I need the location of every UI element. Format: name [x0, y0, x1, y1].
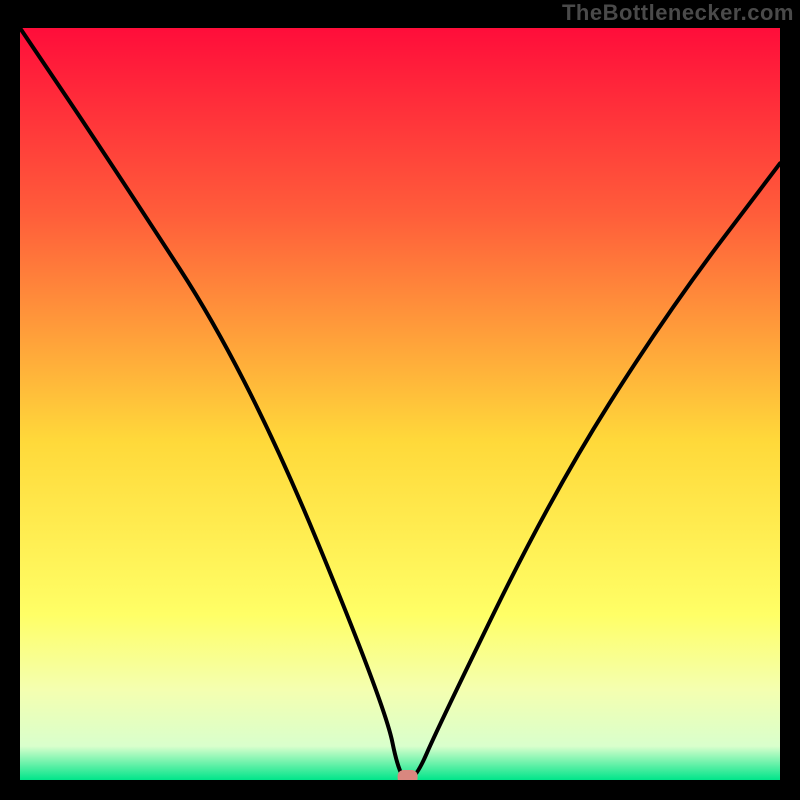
plot-area: [20, 28, 780, 780]
optimal-marker: [398, 770, 418, 780]
chart-frame: TheBottlenecker.com: [0, 0, 800, 800]
attribution-label: TheBottlenecker.com: [562, 0, 794, 26]
bottleneck-chart: [20, 28, 780, 780]
gradient-background: [20, 28, 780, 780]
